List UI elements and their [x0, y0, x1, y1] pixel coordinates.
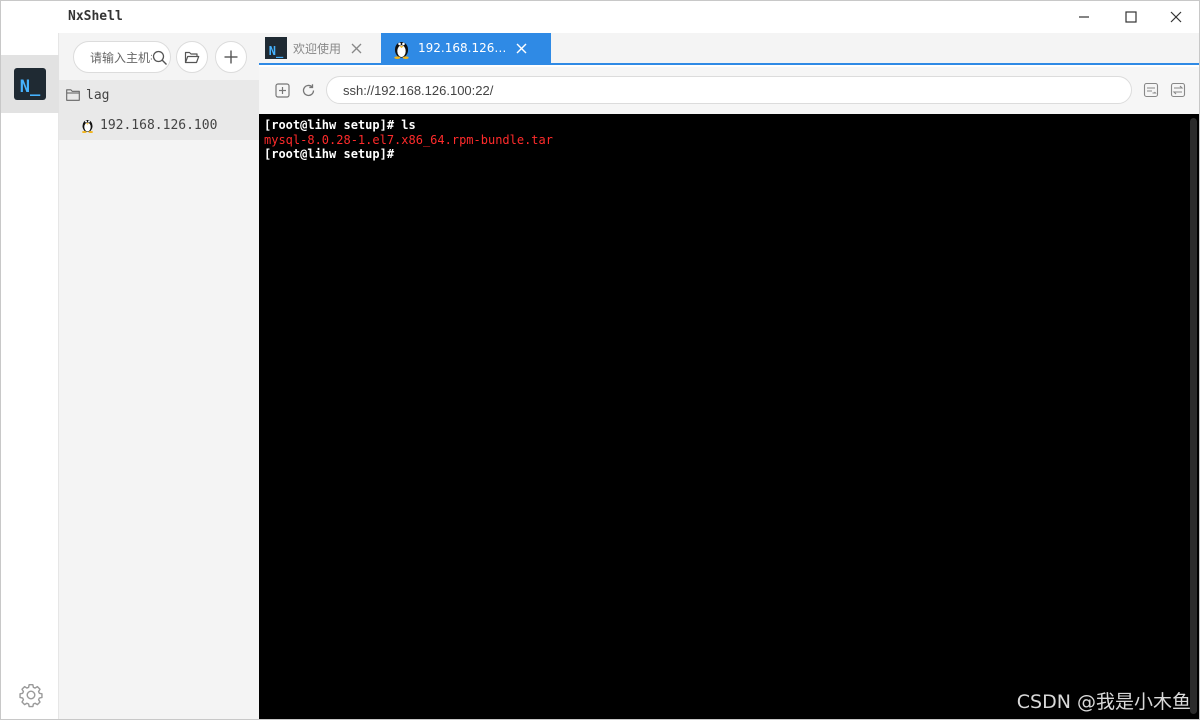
app-window: N_ NxShell 请输入主机名 lag 192.168.126.100 N_…	[0, 0, 1200, 720]
new-session-button[interactable]	[273, 81, 291, 99]
sftp-button[interactable]	[1142, 81, 1160, 99]
terminal-line: mysql-8.0.28-1.el7.x86_64.rpm-bundle.tar	[264, 132, 553, 147]
tab-label: 192.168.126…	[418, 41, 507, 55]
nx-logo-icon: N_	[14, 68, 46, 100]
rail-item-sessions[interactable]: N_	[1, 55, 59, 113]
open-folder-button[interactable]	[176, 41, 208, 73]
session-sidebar: lag 192.168.126.100	[59, 33, 259, 719]
tree-host-item[interactable]: 192.168.126.100	[59, 110, 259, 140]
gear-icon	[19, 684, 43, 708]
search-box	[73, 41, 171, 73]
search-icon[interactable]	[152, 50, 168, 66]
close-icon	[351, 43, 361, 53]
reconnect-button[interactable]	[299, 81, 317, 99]
add-session-button[interactable]	[215, 41, 247, 73]
address-bar[interactable]: ssh://192.168.126.100:22/	[326, 76, 1132, 104]
close-icon	[516, 43, 527, 53]
app-title: NxShell	[68, 9, 123, 24]
linux-penguin-icon	[394, 41, 409, 59]
plus-icon	[224, 50, 238, 64]
close-icon	[1170, 11, 1182, 23]
tab-close-button[interactable]	[349, 41, 363, 55]
minimize-icon	[1079, 16, 1089, 18]
transfer-button[interactable]	[1169, 81, 1187, 99]
tree-host-label: 192.168.126.100	[100, 117, 218, 133]
refresh-icon	[302, 83, 314, 96]
tab-ssh-session[interactable]: 192.168.126…	[381, 33, 551, 63]
add-square-icon	[274, 82, 290, 98]
watermark: CSDN @我是小木鱼	[1016, 691, 1191, 713]
terminal-line: [root@lihw setup]# ls	[264, 118, 416, 132]
title-bar: NxShell	[1, 1, 1199, 33]
close-window-button[interactable]	[1153, 1, 1199, 33]
tab-close-button[interactable]	[514, 41, 528, 55]
sftp-icon	[1143, 82, 1159, 98]
folder-icon	[66, 89, 80, 101]
tab-label: 欢迎使用	[293, 41, 342, 56]
terminal-scrollbar[interactable]	[1190, 118, 1197, 714]
search-input[interactable]	[90, 48, 152, 68]
maximize-button[interactable]	[1108, 1, 1154, 33]
session-toolbar: ssh://192.168.126.100:22/	[259, 67, 1199, 114]
minimize-button[interactable]	[1061, 1, 1107, 33]
nx-logo-text: N_	[19, 77, 41, 97]
tree-group-lag[interactable]: lag	[59, 80, 259, 110]
tab-bar: N_ 欢迎使用 192.168.126…	[259, 33, 1199, 65]
nx-logo-icon: N_	[265, 37, 287, 59]
swap-icon	[1170, 82, 1186, 98]
folder-open-icon	[184, 51, 200, 64]
terminal-line: [root@lihw setup]#	[264, 147, 395, 161]
tab-welcome[interactable]: N_ 欢迎使用	[265, 33, 381, 63]
maximize-icon	[1125, 11, 1137, 23]
session-tree: lag 192.168.126.100	[59, 80, 259, 140]
linux-penguin-icon	[82, 120, 93, 133]
tree-group-label: lag	[86, 87, 110, 103]
left-rail: N_	[1, 1, 59, 719]
settings-button[interactable]	[17, 681, 45, 709]
terminal[interactable]: [root@lihw setup]# ls mysql-8.0.28-1.el7…	[259, 114, 1199, 719]
address-text: ssh://192.168.126.100:22/	[343, 83, 494, 98]
